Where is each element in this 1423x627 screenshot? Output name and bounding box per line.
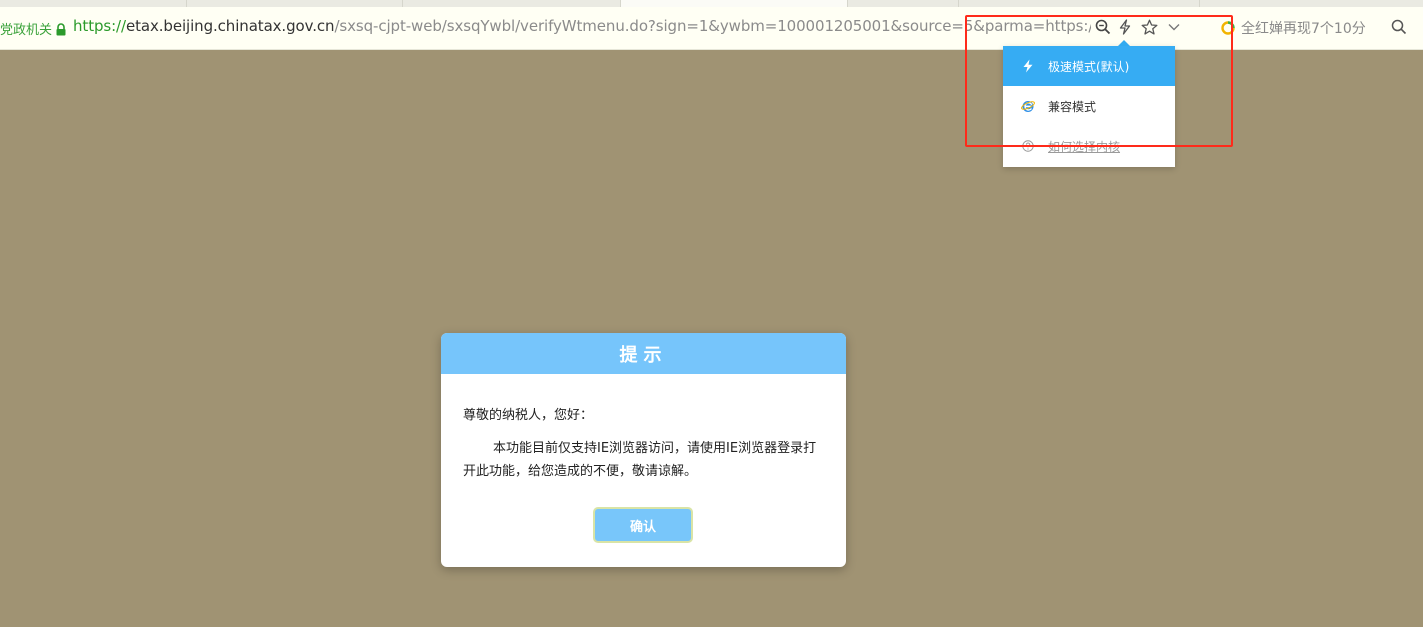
menu-item-label: 极速模式(默认) [1048, 59, 1130, 74]
menu-item-label: 兼容模式 [1048, 99, 1097, 114]
tab[interactable] [959, 0, 1200, 7]
star-icon[interactable] [1140, 18, 1158, 36]
url-scheme: https:// [73, 17, 126, 35]
lock-icon [56, 21, 66, 36]
search-icon[interactable] [1391, 19, 1407, 35]
tab[interactable] [848, 0, 959, 7]
lightning-icon[interactable] [1116, 18, 1134, 36]
url-path: /sxsq-cjpt-web/sxsqYwbl/verifyWtmenu.do?… [334, 17, 1091, 35]
tab[interactable] [403, 0, 621, 7]
confirm-button[interactable]: 确认 [593, 507, 693, 543]
notice-dialog: 提示 尊敬的纳税人，您好： 本功能目前仅支持IE浏览器访问，请使用IE浏览器登录… [441, 333, 846, 567]
news-dot-icon [1221, 21, 1235, 35]
menu-item-label: 如何选择内核 [1048, 139, 1121, 154]
dialog-header: 提示 [441, 333, 846, 374]
zoom-icon[interactable] [1094, 18, 1112, 36]
government-site-label: 党政机关 [0, 23, 53, 38]
menu-item-speed-mode[interactable]: 极速模式(默认) [1003, 46, 1175, 86]
menu-item-help-link[interactable]: 如何选择内核 [1003, 126, 1175, 166]
dialog-message: 本功能目前仅支持IE浏览器访问，请使用IE浏览器登录打开此功能，给您造成的不便，… [463, 441, 817, 479]
tab[interactable] [0, 0, 187, 7]
ie-icon [1021, 99, 1035, 113]
tab[interactable] [187, 0, 403, 7]
tab-active[interactable] [621, 0, 848, 7]
tab-strip [0, 0, 1423, 7]
dialog-greeting: 尊敬的纳税人，您好： [463, 408, 594, 423]
news-ticker[interactable]: 全红婵再现7个10分 [1221, 18, 1366, 38]
dialog-title: 提示 [619, 344, 668, 366]
lightning-icon [1021, 59, 1035, 73]
url-host: etax.beijing.chinatax.gov.cn [125, 17, 335, 35]
menu-item-compatible-mode[interactable]: 兼容模式 [1003, 86, 1175, 126]
kernel-mode-menu: 极速模式(默认) 兼容模式 如何选择内核 [1003, 40, 1175, 167]
help-circle-icon [1021, 139, 1035, 153]
news-ticker-text: 全红婵再现7个10分 [1241, 21, 1366, 37]
chevron-down-icon[interactable] [1165, 18, 1183, 36]
address-bar: 党政机关 https://etax.beijing.chinatax.gov.c… [0, 7, 1423, 50]
url-input[interactable]: https://etax.beijing.chinatax.gov.cn/sxs… [73, 17, 1091, 35]
